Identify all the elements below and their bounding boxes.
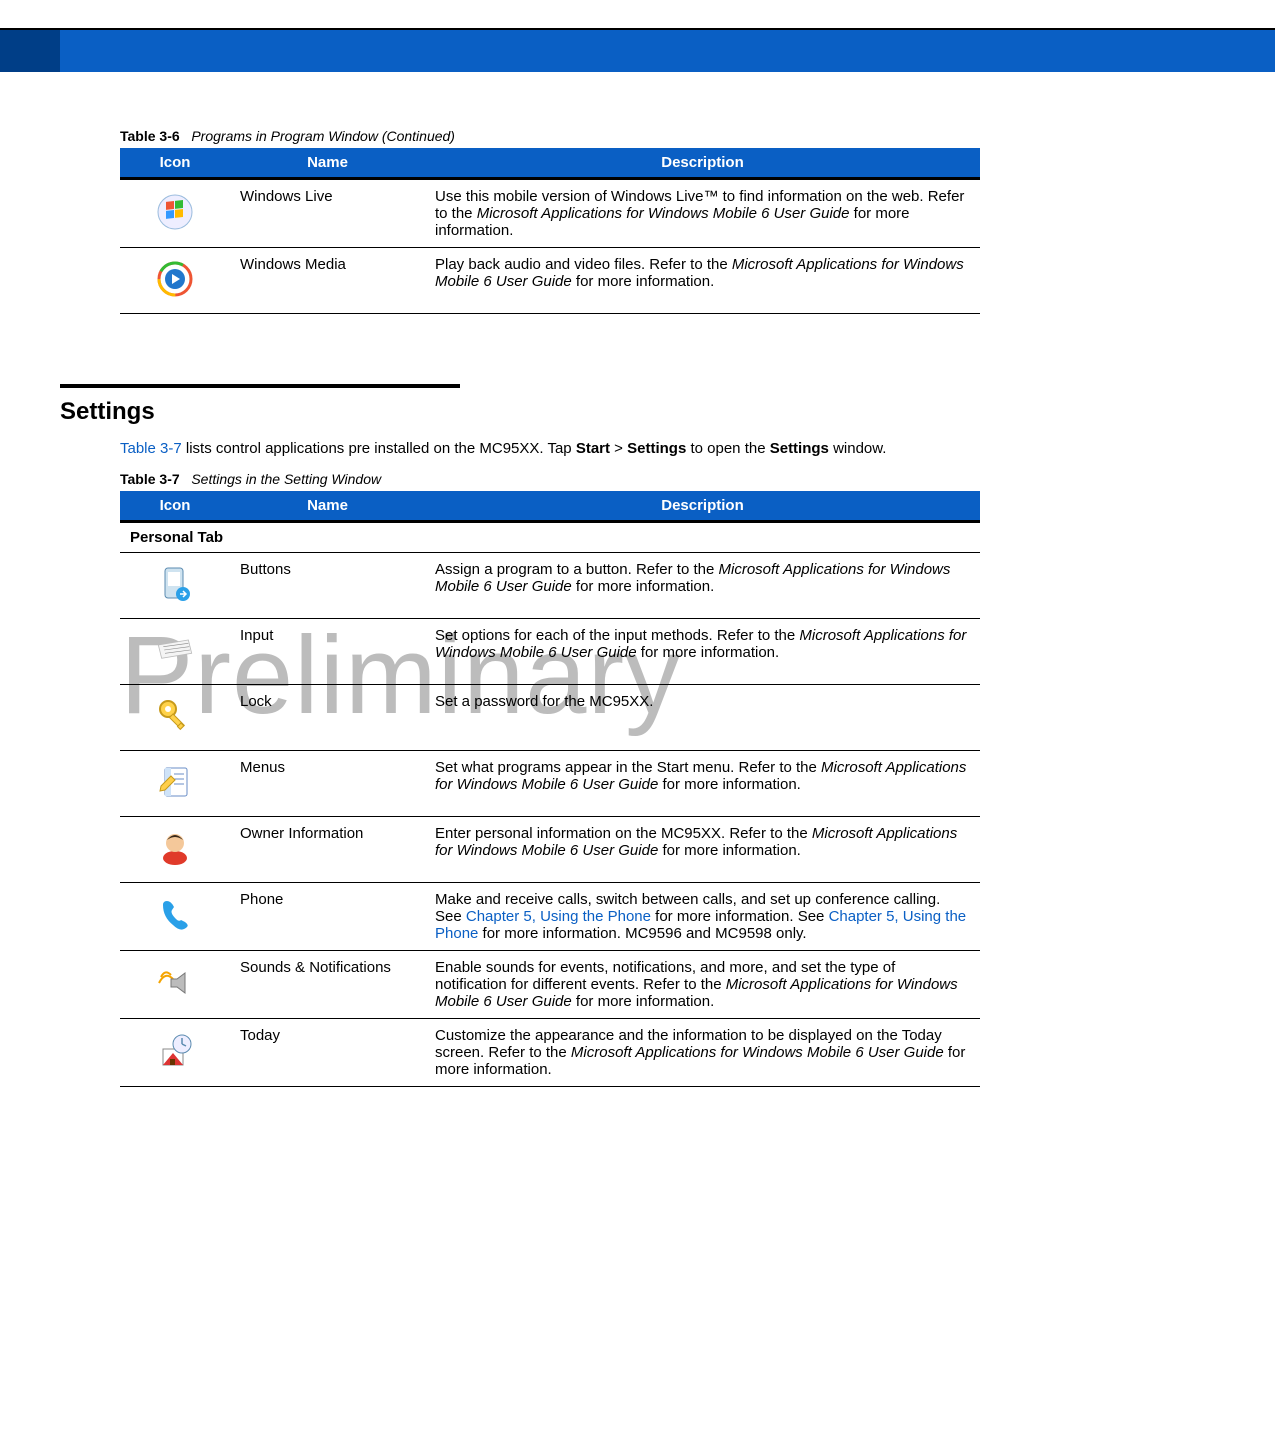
table-header-row: Icon Name Description [120,148,980,179]
table-header-row: Icon Name Description [120,491,980,522]
table-3-7: Icon Name Description Personal Tab Butto… [120,491,980,1087]
table-row: Lock Set a password for the MC95XX. [120,685,980,751]
device-button-icon [120,553,230,619]
table-row: Windows Media Play back audio and video … [120,248,980,314]
table-row: Input Set options for each of the input … [120,619,980,685]
col-desc: Description [425,148,980,179]
cell-name: Owner Information [230,817,425,883]
windows-flag-icon [120,179,230,248]
table-row: Windows Live Use this mobile version of … [120,179,980,248]
cell-name: Sounds & Notifications [230,951,425,1019]
table-row: Today Customize the appearance and the i… [120,1019,980,1087]
section-row: Personal Tab [120,522,980,553]
cell-name: Lock [230,685,425,751]
cell-name: Buttons [230,553,425,619]
table-3-6-caption: Table 3-6 Programs in Program Window (Co… [120,128,1175,144]
table-row: Owner Information Enter personal informa… [120,817,980,883]
col-name: Name [230,491,425,522]
cell-name: Menus [230,751,425,817]
cell-name: Windows Live [230,179,425,248]
cell-name: Phone [230,883,425,951]
table-3-7-link[interactable]: Table 3-7 [120,440,182,457]
col-desc: Description [425,491,980,522]
section-divider [60,384,460,388]
cell-desc: Play back audio and video files. Refer t… [425,248,980,314]
table-3-7-caption: Table 3-7 Settings in the Setting Window [120,471,1175,487]
header-band [0,28,1275,72]
personal-tab-header: Personal Tab [120,522,980,553]
col-icon: Icon [120,491,230,522]
chapter-5-link[interactable]: Chapter 5, Using the Phone [466,908,651,925]
key-icon [120,685,230,751]
settings-intro: Table 3-7 lists control applications pre… [120,440,975,457]
today-icon [120,1019,230,1087]
table-3-6: Icon Name Description Windows Live Use t… [120,148,980,314]
windows-media-icon [120,248,230,314]
cell-desc: Enter personal information on the MC95XX… [425,817,980,883]
cell-name: Today [230,1019,425,1087]
cell-desc: Set what programs appear in the Start me… [425,751,980,817]
cell-desc: Make and receive calls, switch between c… [425,883,980,951]
cell-name: Windows Media [230,248,425,314]
settings-heading: Settings [60,398,1175,426]
table-row: Sounds & Notifications Enable sounds for… [120,951,980,1019]
cell-name: Input [230,619,425,685]
cell-desc: Use this mobile version of Windows Live™… [425,179,980,248]
cell-desc: Customize the appearance and the informa… [425,1019,980,1087]
table-row: Buttons Assign a program to a button. Re… [120,553,980,619]
table-row: Phone Make and receive calls, switch bet… [120,883,980,951]
cell-desc: Set options for each of the input method… [425,619,980,685]
sounds-icon [120,951,230,1019]
table-row: Menus Set what programs appear in the St… [120,751,980,817]
cell-desc: Set a password for the MC95XX. [425,685,980,751]
col-name: Name [230,148,425,179]
cell-desc: Enable sounds for events, notifications,… [425,951,980,1019]
col-icon: Icon [120,148,230,179]
cell-desc: Assign a program to a button. Refer to t… [425,553,980,619]
phone-icon [120,883,230,951]
keyboard-icon [120,619,230,685]
menus-icon [120,751,230,817]
owner-icon [120,817,230,883]
